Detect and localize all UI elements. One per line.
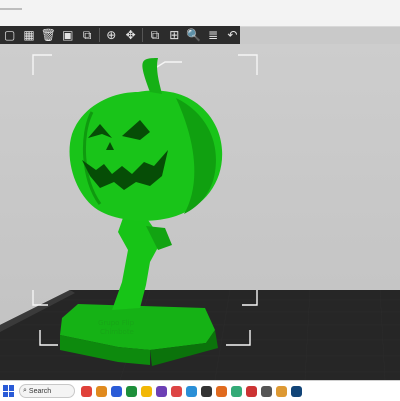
add-instance-icon[interactable]: ⊕ bbox=[104, 27, 119, 43]
undo-icon[interactable]: ↶ bbox=[225, 27, 240, 43]
taskbar-app-icon[interactable] bbox=[156, 385, 167, 397]
top-strip-mark bbox=[0, 8, 22, 10]
save-icon[interactable]: ▣ bbox=[60, 27, 75, 43]
zoom-icon[interactable]: 🔍 bbox=[186, 27, 201, 43]
slicer-toolbar: ▢ ▦ 🗑 ▣ ⧉ ⊕ ✥ ⧉ ⊞ 🔍 ≣ ↶ bbox=[0, 26, 240, 44]
move-icon[interactable]: ✥ bbox=[123, 27, 138, 43]
taskbar-app-icon[interactable] bbox=[171, 385, 182, 397]
scene-svg: Grupo Flip Chimbote bbox=[0, 54, 400, 380]
arrange-icon[interactable]: ⊞ bbox=[167, 27, 182, 43]
taskbar-app-icon[interactable] bbox=[231, 385, 242, 397]
base-engraving-1: Grupo Flip bbox=[98, 319, 135, 327]
taskbar-app-icon[interactable] bbox=[261, 385, 272, 397]
taskbar-app-icon[interactable] bbox=[216, 385, 227, 397]
layout-icon[interactable]: ▦ bbox=[21, 27, 36, 43]
taskbar-app-icon[interactable] bbox=[141, 385, 152, 397]
search-label: Search bbox=[28, 387, 52, 395]
taskbar-apps bbox=[81, 385, 302, 397]
windows-start-icon[interactable] bbox=[3, 385, 15, 397]
layers-icon[interactable]: ≣ bbox=[205, 27, 220, 43]
search-icon: ⌕ bbox=[23, 387, 27, 394]
taskbar-app-icon[interactable] bbox=[276, 385, 287, 397]
toolbar-separator bbox=[98, 28, 100, 42]
taskbar-app-icon[interactable] bbox=[81, 385, 92, 397]
taskbar-app-icon[interactable] bbox=[201, 385, 212, 397]
windows-taskbar: ⌕ Search bbox=[0, 380, 400, 401]
taskbar-search[interactable]: ⌕ Search bbox=[19, 384, 75, 398]
base-engraving-2: Chimbote bbox=[100, 328, 134, 336]
delete-icon[interactable]: 🗑 bbox=[41, 27, 56, 43]
import-icon[interactable]: ⧉ bbox=[79, 27, 94, 43]
3d-viewport[interactable]: Grupo Flip Chimbote bbox=[0, 44, 400, 380]
toolbar-separator bbox=[142, 28, 144, 42]
browser-top-strip bbox=[0, 0, 400, 27]
taskbar-app-icon[interactable] bbox=[96, 385, 107, 397]
taskbar-app-icon[interactable] bbox=[291, 385, 302, 397]
taskbar-app-icon[interactable] bbox=[246, 385, 257, 397]
taskbar-app-icon[interactable] bbox=[186, 385, 197, 397]
pumpkin-stalk bbox=[142, 58, 162, 94]
duplicate-icon[interactable]: ⧉ bbox=[147, 27, 162, 43]
open-file-icon[interactable]: ▢ bbox=[2, 27, 17, 43]
taskbar-app-icon[interactable] bbox=[111, 385, 122, 397]
taskbar-app-icon[interactable] bbox=[126, 385, 137, 397]
